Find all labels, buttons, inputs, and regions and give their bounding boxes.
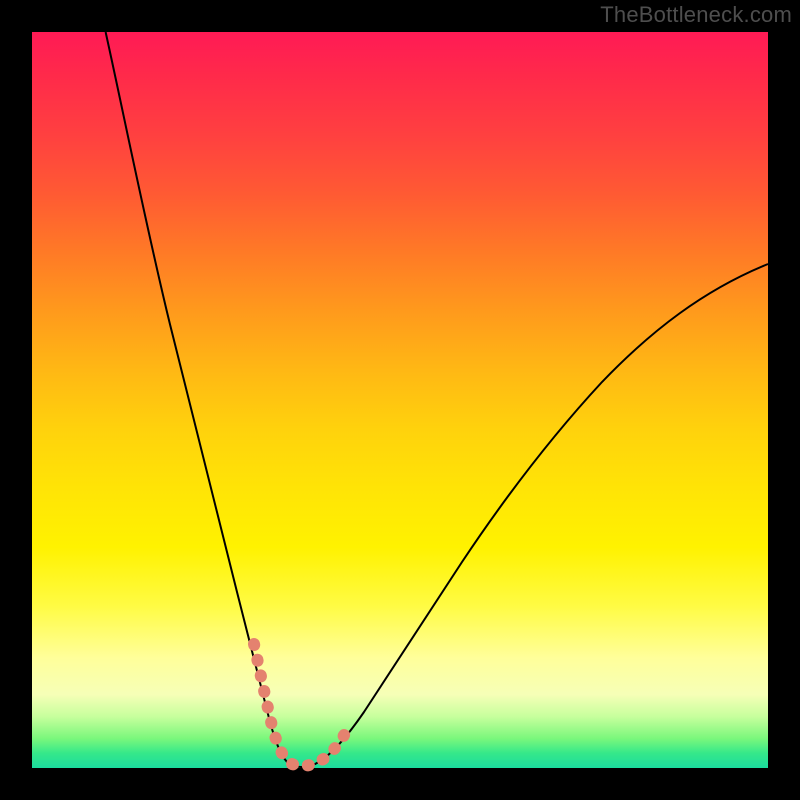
watermark-text: TheBottleneck.com	[600, 2, 792, 28]
chart-frame: TheBottleneck.com	[0, 0, 800, 800]
highlight-peach-segment	[254, 644, 346, 766]
plot-area	[32, 32, 768, 768]
bottleneck-curve	[106, 32, 768, 767]
curve-layer	[32, 32, 768, 768]
